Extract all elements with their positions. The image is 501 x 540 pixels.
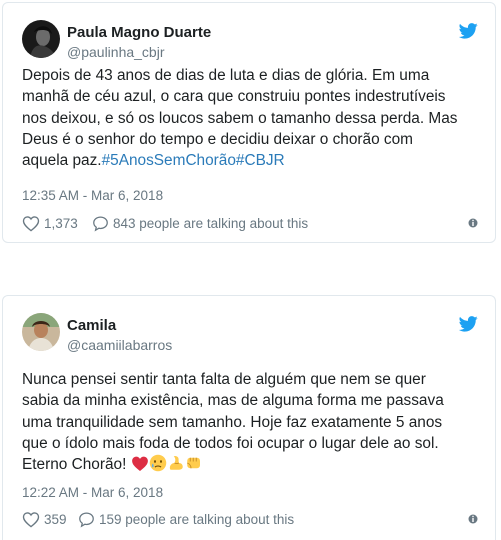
tweet-actions: 1,373 843 people are talking about this [22,215,478,233]
talking-count: 843 people are talking about this [113,216,309,231]
flexed-biceps-icon [169,456,183,470]
heart-icon [22,512,40,528]
tweet-text-fragment: aquela paz. [22,152,102,170]
tweet-text-line: nos deixou, e só os loucos sabem o taman… [22,109,458,127]
reply-button[interactable]: 159 people are talking about this [78,511,294,528]
tweet-text-line-last: Eterno Chorão! [22,454,482,475]
tweet-text-line: Deus é o senhor do tempo e decidiu deixa… [22,130,413,148]
tweet-text-line: manhã de céu azul, o cara que construiu … [22,88,446,106]
avatar[interactable] [22,313,60,351]
like-button[interactable]: 359 [22,511,67,528]
tweet-text-fragment: Eterno Chorão! [22,456,127,474]
display-name[interactable]: Camila [67,317,116,334]
info-icon[interactable] [468,513,478,525]
crying-face-icon [149,454,166,472]
tweet-actions: 359 159 people are talking about this [22,511,478,529]
talking-count: 159 people are talking about this [99,512,295,527]
tweet-text-line-last: aquela paz.#5AnosSemChorão#CBJR [22,150,482,171]
tweet-text-line: uma tranquilidade sem tamanho. Hoje faz … [22,413,443,431]
hashtag-link[interactable]: #5AnosSemChorão [102,152,236,169]
red-heart-icon [131,456,148,472]
tweet-timestamp[interactable]: 12:35 AM - Mar 6, 2018 [22,188,163,203]
twitter-bird-icon[interactable] [459,23,478,39]
tweet-text: Depois de 43 anos de dias de luta e dias… [22,65,482,171]
speech-bubble-icon [93,216,108,232]
speech-bubble-icon [79,512,94,528]
tweet-timestamp[interactable]: 12:22 AM - Mar 6, 2018 [22,485,163,500]
hashtag-link[interactable]: #CBJR [236,152,285,169]
tweet-text-line: que o ídolo mais foda de todos foi ocupa… [22,434,439,452]
twitter-bird-icon[interactable] [459,316,478,332]
display-name[interactable]: Paula Magno Duarte [67,24,211,41]
tweet-text-line: sabia da minha existência, mas de alguma… [22,392,444,410]
user-handle[interactable]: @paulinha_cbjr [67,44,165,60]
like-count: 1,373 [44,216,78,231]
user-handle[interactable]: @caamiilabarros [67,337,172,353]
reply-button[interactable]: 843 people are talking about this [92,215,308,232]
tweet-text-line: Nunca pensei sentir tanta falta de algué… [22,371,426,388]
tweet-text-line: Depois de 43 anos de dias de luta e dias… [22,67,430,84]
tweet-card: Camila @caamiilabarros Nunca pensei sent… [2,295,496,540]
oncoming-fist-icon [186,457,200,469]
like-button[interactable]: 1,373 [22,215,78,232]
info-icon[interactable] [468,217,478,229]
like-count: 359 [44,512,67,527]
heart-icon [22,216,40,232]
tweet-card: Paula Magno Duarte @paulinha_cbjr Depois… [2,2,496,243]
avatar[interactable] [22,20,60,58]
tweet-text: Nunca pensei sentir tanta falta de algué… [22,369,482,475]
